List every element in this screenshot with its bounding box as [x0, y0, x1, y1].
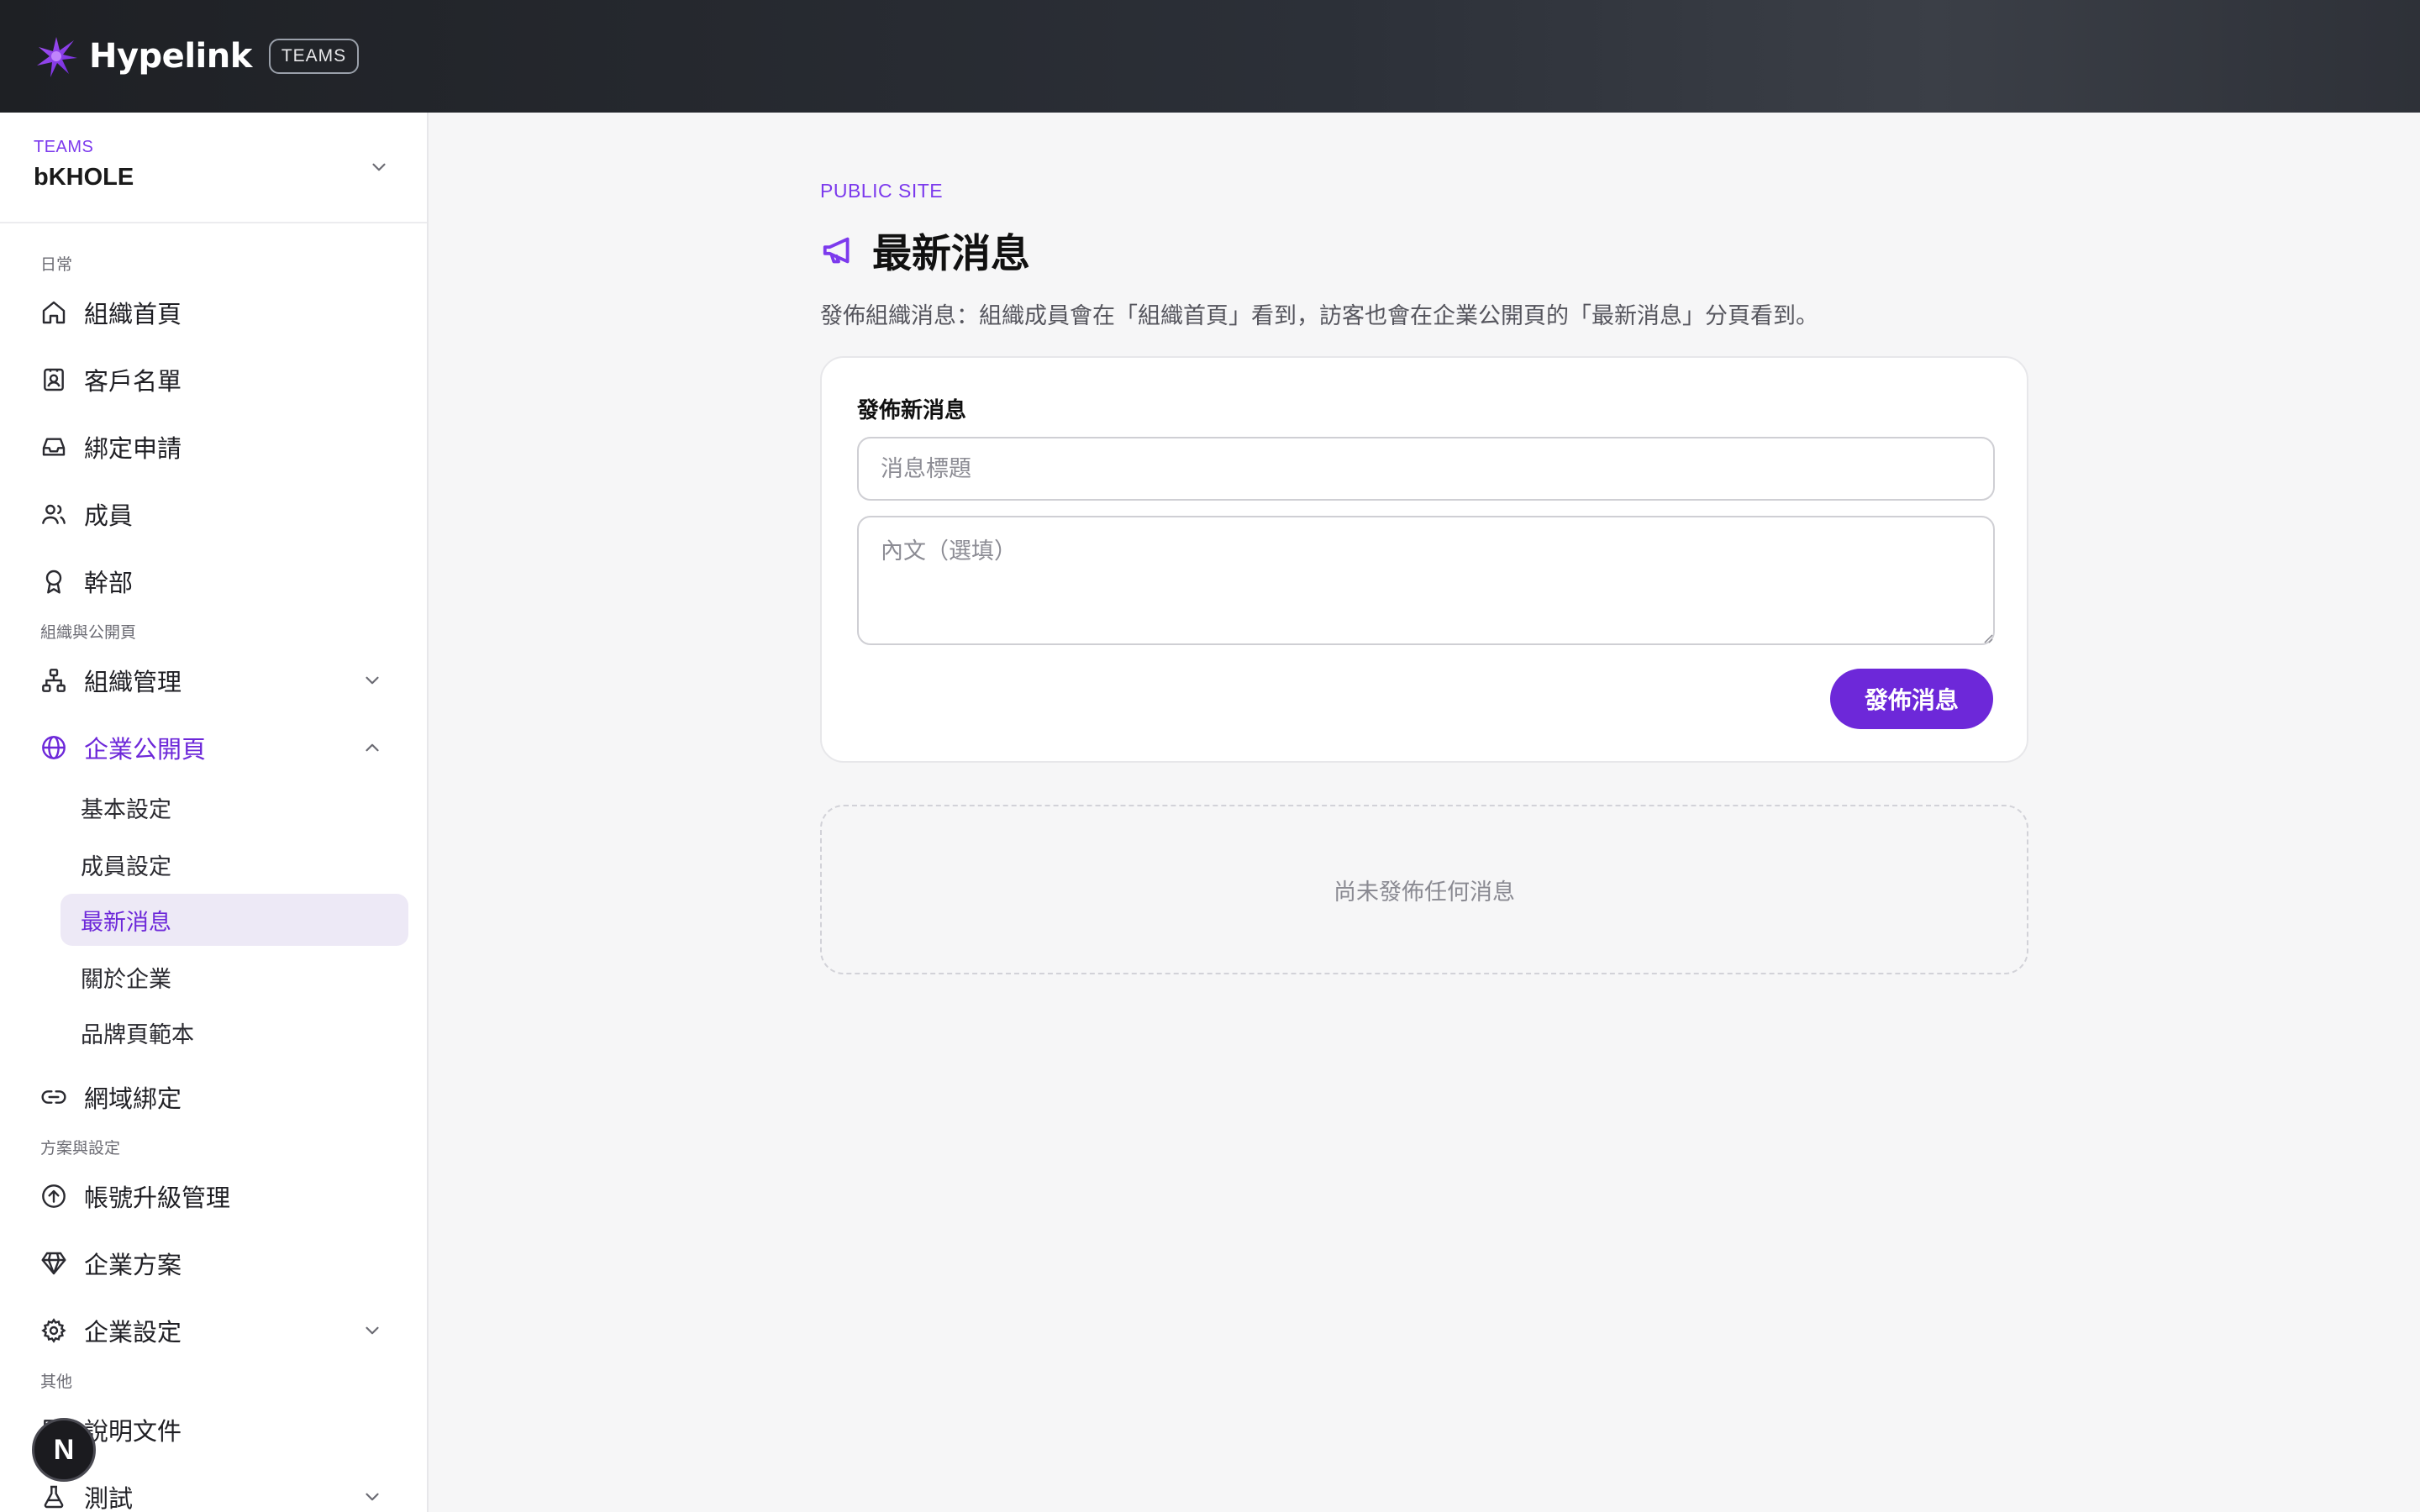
- sidebar-item-test[interactable]: 測試: [37, 1473, 407, 1512]
- page-title: 最新消息: [872, 231, 1030, 277]
- sidebar-item-label: 成員: [84, 501, 134, 530]
- sidebar-item-officers[interactable]: 幹部: [37, 558, 407, 605]
- sidebar-item-label: 綁定申請: [84, 434, 182, 463]
- sidebar-subitem-news[interactable]: 最新消息: [60, 894, 408, 946]
- org-chart-icon: [37, 664, 71, 697]
- section-label-plan-settings: 方案與設定: [40, 1139, 121, 1158]
- upgrade-arrow-icon: [37, 1179, 71, 1213]
- chevron-up-icon: [366, 743, 379, 752]
- sidebar-item-label: 帳號升級管理: [84, 1184, 231, 1212]
- users-icon: [37, 497, 71, 531]
- sidebar-item-label: 企業公開頁: [84, 735, 207, 764]
- post-body-textarea[interactable]: [857, 516, 1995, 645]
- sidebar-item-label: 客戶名單: [84, 367, 182, 396]
- sidebar-item-label: 網域綁定: [84, 1084, 182, 1113]
- inbox-icon: [37, 430, 71, 464]
- new-post-card: 發佈新消息 發佈消息: [820, 356, 2028, 763]
- award-icon: [37, 564, 71, 598]
- chevron-down-icon: [366, 1493, 379, 1501]
- section-label-other: 其他: [40, 1373, 73, 1391]
- gear-icon: [37, 1314, 71, 1347]
- sidebar-subitem-basic[interactable]: 基本設定: [60, 781, 408, 833]
- hypelink-logo-icon: [32, 32, 81, 81]
- sidebar-item-label: 組織首頁: [84, 300, 182, 328]
- sidebar-item-label: 組織管理: [84, 668, 182, 696]
- section-label-org-public: 組織與公開頁: [40, 623, 137, 642]
- sidebar-item-label: 說明文件: [84, 1417, 182, 1446]
- sidebar-item-label: 企業設定: [84, 1318, 182, 1347]
- sidebar-subitem-member-settings[interactable]: 成員設定: [60, 838, 408, 890]
- link-icon: [37, 1080, 71, 1114]
- diamond-icon: [37, 1247, 71, 1280]
- megaphone-icon: [823, 237, 850, 263]
- sidebar-item-enterprise-settings[interactable]: 企業設定: [37, 1307, 407, 1354]
- logo-text: Hypelink: [89, 37, 252, 76]
- main-content: PUBLIC SITE 最新消息 發佈組織消息：組織成員會在「組織首頁」看到，訪…: [820, 180, 2028, 974]
- team-switcher-label: TEAMS: [34, 138, 94, 156]
- post-title-input[interactable]: [857, 437, 1995, 501]
- sidebar-item-label: 幹部: [84, 569, 134, 597]
- publish-button[interactable]: 發佈消息: [1830, 669, 1993, 729]
- page-title-row: 最新消息: [820, 221, 2028, 279]
- sidebar-item-label: 企業方案: [84, 1251, 182, 1279]
- home-icon: [37, 296, 71, 329]
- page-description: 發佈組織消息：組織成員會在「組織首頁」看到，訪客也會在企業公開頁的「最新消息」分…: [820, 303, 1818, 329]
- top-bar: Hypelink TEAMS: [0, 0, 2420, 113]
- sidebar-item-upgrade[interactable]: 帳號升級管理: [37, 1173, 407, 1220]
- dev-tools-badge[interactable]: N: [32, 1418, 96, 1482]
- sidebar-subitem-about[interactable]: 關於企業: [60, 951, 408, 1003]
- section-label-daily: 日常: [40, 255, 73, 274]
- globe-icon: [37, 731, 71, 764]
- team-switcher[interactable]: TEAMS bKHOLE: [0, 113, 427, 223]
- page-eyebrow: PUBLIC SITE: [820, 180, 944, 202]
- chevron-down-icon: [372, 163, 386, 171]
- sidebar-item-members[interactable]: 成員: [37, 491, 407, 538]
- sidebar-item-clients[interactable]: 客戶名單: [37, 356, 407, 403]
- flask-icon: [37, 1480, 71, 1512]
- sidebar-item-enterprise-plan[interactable]: 企業方案: [37, 1240, 407, 1287]
- sidebar-item-org-manage[interactable]: 組織管理: [37, 657, 407, 704]
- empty-state-text: 尚未發佈任何消息: [1334, 879, 1515, 906]
- sidebar-item-org-home[interactable]: 組織首頁: [37, 289, 407, 336]
- sidebar-item-bind-requests[interactable]: 綁定申請: [37, 423, 407, 470]
- sidebar-item-label: 測試: [84, 1484, 134, 1512]
- sidebar-item-domain-binding[interactable]: 網域綁定: [37, 1074, 407, 1121]
- chevron-down-icon: [366, 676, 379, 685]
- chevron-down-icon: [366, 1326, 379, 1335]
- resize-grip-icon[interactable]: [1980, 630, 1993, 643]
- sidebar-subitem-brand-template[interactable]: 品牌頁範本: [60, 1006, 408, 1058]
- contact-card-icon: [37, 363, 71, 396]
- sidebar: TEAMS bKHOLE 日常 組織首頁 客戶名單 綁定申請 成員 幹部 組織與…: [0, 113, 429, 1512]
- sidebar-item-public-page[interactable]: 企業公開頁: [37, 724, 407, 771]
- new-post-title: 發佈新消息: [857, 398, 967, 423]
- empty-state: 尚未發佈任何消息: [820, 805, 2028, 974]
- teams-badge: TEAMS: [268, 39, 360, 74]
